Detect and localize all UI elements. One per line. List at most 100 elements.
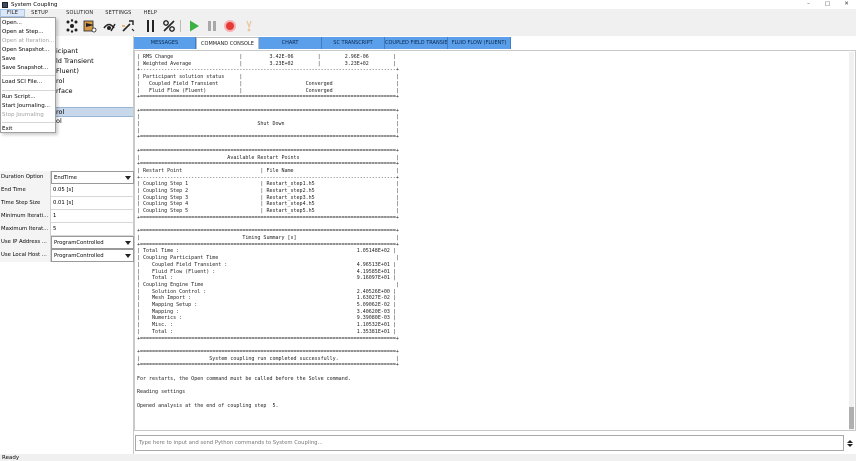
tab-fluid-flow-fluent[interactable]: Fluid Flow (Fluent) <box>448 37 511 49</box>
tab-command-console[interactable]: Command Console <box>196 37 259 49</box>
menu-file[interactable]: File <box>0 9 26 17</box>
menu-item-run-script[interactable]: Run Script... <box>2 94 36 100</box>
chevron-down-icon <box>125 241 131 245</box>
prop-label: Time Step Size <box>0 197 51 210</box>
menu-solution[interactable]: Solution <box>60 10 99 16</box>
menu-separator <box>2 90 55 91</box>
menu-item-open-at-step[interactable]: Open at Step... <box>2 29 43 35</box>
tree-item-control[interactable]: rol <box>56 77 64 85</box>
prop-label: End Time <box>0 184 51 197</box>
use-ip-address-select[interactable]: ProgramControlled <box>51 236 134 249</box>
interrupt-icon[interactable] <box>242 19 256 33</box>
scrollbar-thumb[interactable] <box>849 407 854 429</box>
app-icon <box>2 1 8 8</box>
minimum-iterations-field[interactable]: 1 <box>51 210 134 223</box>
menu-item-load-sci-file[interactable]: Load SCI File... <box>2 79 42 85</box>
use-local-host-select[interactable]: ProgramControlled <box>51 249 134 262</box>
menu-item-save[interactable]: Save <box>2 56 16 62</box>
prop-label: Duration Option <box>0 171 51 184</box>
status-text: Ready <box>2 455 20 461</box>
percent-icon[interactable] <box>162 19 176 33</box>
console-scrollbar[interactable] <box>849 52 854 430</box>
tab-sc-transcript[interactable]: SC Transcript <box>322 37 385 49</box>
menu-item-save-snapshot[interactable]: Save Snapshot... <box>2 65 48 71</box>
console-text: | RMS Change | 3.42E-06 | 2.96E-06 | | We… <box>137 54 399 409</box>
stop-icon[interactable] <box>223 19 237 33</box>
console-line: | Total : 1.35381E+01 | <box>137 328 396 335</box>
menu-settings[interactable]: Settings <box>99 10 137 16</box>
prop-value: ProgramControlled <box>54 240 104 246</box>
close-button[interactable]: ✕ <box>837 0 856 9</box>
minimize-button[interactable]: – <box>799 0 818 9</box>
tools-icon[interactable] <box>121 19 135 33</box>
chevron-down-icon[interactable] <box>846 443 853 447</box>
prop-value: EndTime <box>54 175 78 181</box>
pause-icon[interactable] <box>205 19 219 33</box>
python-command-input[interactable] <box>135 435 844 451</box>
console-line: | Fluid Flow (Fluent) : 4.19585E+01 | <box>137 268 396 275</box>
console-line: | Coupling Step 2 | Restart_step2.h5 | <box>137 188 399 195</box>
console-line: +=======================================… <box>137 161 399 168</box>
console-line: | Available Restart Points | <box>137 154 399 161</box>
menu-setup[interactable]: Setup <box>25 10 54 16</box>
prop-value: ProgramControlled <box>54 253 104 259</box>
menu-item-open[interactable]: Open... <box>2 20 22 26</box>
toolbar <box>0 17 856 36</box>
console-line: +---------------------------------------… <box>137 67 399 74</box>
console-line: | Fluid Flow (Fluent) | Converged | <box>137 87 399 94</box>
chevron-down-icon <box>125 176 131 180</box>
tree-item-interface[interactable]: rface <box>56 87 73 95</box>
menu-item-stop-journaling: Stop Journaling <box>2 112 44 118</box>
console-line: | Numerics : 9.39080E-03 | <box>137 315 396 322</box>
menu-item-start-journaling[interactable]: Start Journaling... <box>2 103 50 109</box>
console-line: +=======================================… <box>137 362 399 369</box>
menu-item-exit[interactable]: Exit <box>2 126 12 132</box>
console-line: | RMS Change | 3.42E-06 | 2.96E-06 | <box>137 54 396 60</box>
chevron-up-icon[interactable] <box>846 439 853 443</box>
tree-item-fluid-flow[interactable]: Fluent) <box>56 67 79 75</box>
menu-separator <box>2 75 55 76</box>
console-line: +=======================================… <box>137 214 399 221</box>
console-line: | Coupled Field Transient | Converged | <box>137 80 399 87</box>
tree-item-output-control[interactable]: ol <box>56 117 62 125</box>
command-history-spinner[interactable] <box>845 437 854 449</box>
tree-item-participant[interactable]: icipant <box>56 47 78 55</box>
console-line: | Participant solution status | | <box>137 74 399 81</box>
components-icon[interactable] <box>65 19 79 33</box>
prop-row-maximum-iterations: Maximum Iterat... 5 <box>0 223 134 236</box>
console-line: | Weighted Average | 3.23E+02 | 3.23E+02… <box>137 60 396 67</box>
window-controls: – □ ✕ <box>799 0 856 9</box>
console-line: | Misc. : 1.10532E+01 | <box>137 322 396 329</box>
console-line: +=======================================… <box>137 241 399 248</box>
prop-label: Minimum Iterati... <box>0 210 51 223</box>
prop-row-use-ip-address: Use IP Address ... ProgramControlled <box>0 236 134 249</box>
maximize-button[interactable]: □ <box>818 0 837 9</box>
console-line: | Coupling Step 3 | Restart_step3.h5 | <box>137 194 399 201</box>
tab-messages[interactable]: Messages <box>134 37 196 49</box>
tree-item-coupled-field-transient[interactable]: ld Transient <box>56 57 94 65</box>
console-line: | Mesh Import : 1.63027E-02 | <box>137 295 396 302</box>
tab-chart[interactable]: Chart <box>259 37 322 49</box>
console-line: | Coupling Step 1 | Restart_step1.h5 | <box>137 181 399 188</box>
time-step-size-field[interactable]: 0.01 [s] <box>51 197 134 210</box>
analysis-icon[interactable] <box>102 19 116 33</box>
duration-option-select[interactable]: EndTime <box>51 171 134 184</box>
console-line: | | <box>137 114 399 121</box>
menu-item-open-at-iteration: Open at Iteration... <box>2 38 55 44</box>
prop-row-time-step-size: Time Step Size 0.01 [s] <box>0 197 134 210</box>
console-line: +=======================================… <box>137 134 399 141</box>
console-line: | Timing Summary [s] | <box>137 234 399 241</box>
command-console-output[interactable]: | RMS Change | 3.42E-06 | 2.96E-06 | | We… <box>134 50 856 431</box>
flag-icon[interactable] <box>83 19 97 33</box>
menu-item-open-snapshot[interactable]: Open Snapshot... <box>2 47 49 53</box>
tab-coupled-field-transient[interactable]: Coupled Field Transient <box>385 37 454 49</box>
console-line: +=======================================… <box>137 348 399 355</box>
prop-label: Use Local Host ... <box>0 249 51 262</box>
end-time-field[interactable]: 0.05 [s] <box>51 184 134 197</box>
menu-help[interactable]: Help <box>138 10 164 16</box>
maximum-iterations-field[interactable]: 5 <box>51 223 134 236</box>
play-icon[interactable] <box>187 19 201 33</box>
